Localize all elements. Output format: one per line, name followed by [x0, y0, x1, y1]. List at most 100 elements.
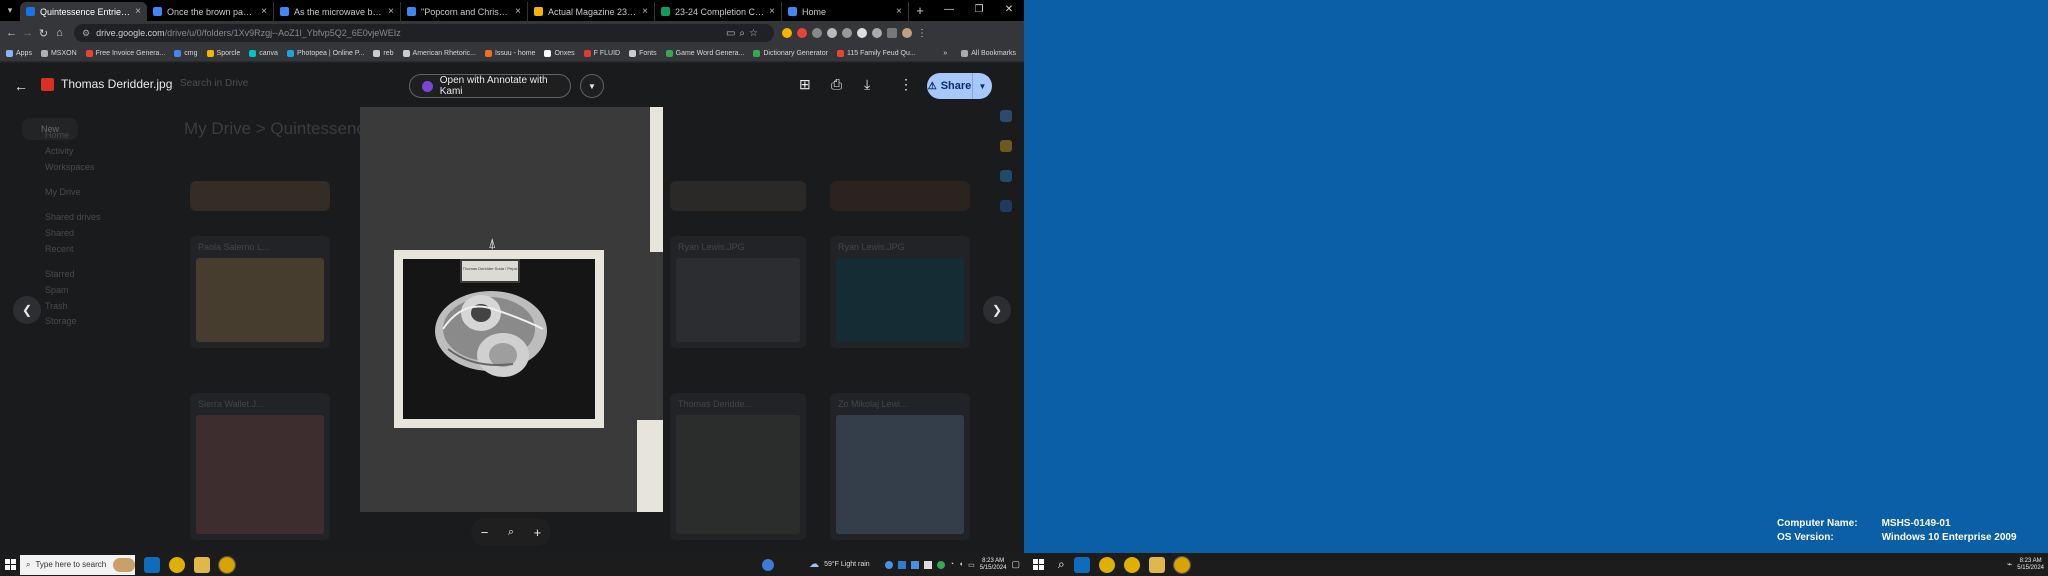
puzzle-icon[interactable]	[872, 28, 882, 38]
reload-icon[interactable]: ↻	[36, 27, 51, 40]
notification-icon[interactable]: ▢	[1011, 559, 1020, 570]
tab-close-icon[interactable]: ×	[769, 6, 775, 17]
copilot-icon[interactable]	[762, 558, 775, 571]
open-with-button[interactable]: Open with Annotate with Kami	[409, 74, 571, 98]
extension-icon[interactable]	[782, 28, 792, 38]
share-dropdown-icon[interactable]: ▼	[972, 73, 992, 99]
forward-icon[interactable]: →	[20, 27, 35, 39]
start-button[interactable]	[0, 553, 20, 576]
kebab-menu-icon[interactable]: ⋮	[917, 28, 927, 39]
bookmark-item[interactable]: Issuu - home	[484, 49, 535, 57]
bookmark-item[interactable]: Free Invoice Genera...	[85, 49, 165, 57]
network-icon[interactable]: ⌁	[2007, 559, 2012, 570]
close-window-icon[interactable]: ✕	[994, 0, 1024, 21]
all-bookmarks-folder[interactable]: All Bookmarks	[961, 49, 1016, 57]
profile-avatar[interactable]	[902, 28, 912, 38]
more-actions-icon[interactable]: ⋮	[899, 76, 913, 93]
zoom-out-icon[interactable]: −	[481, 525, 489, 540]
browser-tab[interactable]: "Popcorn and Chris" - Google D ×	[401, 2, 528, 21]
outlook-icon[interactable]	[144, 556, 160, 573]
file-explorer-icon[interactable]	[194, 556, 210, 573]
search-icon[interactable]: ⌕	[1058, 557, 1065, 572]
tray-icon[interactable]	[936, 560, 945, 569]
bookmark-item[interactable]: 115 Family Feud Qu...	[836, 49, 916, 57]
tab-close-icon[interactable]: ×	[515, 6, 521, 17]
extension-icon[interactable]	[827, 28, 837, 38]
more-bookmarks-icon[interactable]: »	[943, 50, 947, 57]
tray-icon[interactable]	[923, 560, 932, 569]
taskbar-clock[interactable]: 8:23 AM 5/15/2024	[980, 558, 1007, 572]
side-panel-icon[interactable]	[887, 28, 897, 38]
battery-icon[interactable]: ▭	[968, 561, 975, 569]
weather-text[interactable]: 59°F Light rain	[824, 561, 870, 568]
bookmark-item[interactable]: cmg	[174, 49, 198, 57]
tab-close-icon[interactable]: ×	[896, 6, 902, 17]
zoom-icon[interactable]: ⌕	[739, 28, 745, 39]
chrome-icon[interactable]	[169, 556, 185, 573]
extension-icon[interactable]	[842, 28, 852, 38]
bookmark-item[interactable]: American Rhetoric...	[402, 49, 476, 57]
open-with-dropdown-icon[interactable]: ▼	[580, 74, 604, 98]
browser-tab[interactable]: Actual Magazine 23-24 - Goog ×	[528, 2, 655, 21]
extension-icon[interactable]	[812, 28, 822, 38]
tab-close-icon[interactable]: ×	[642, 6, 648, 17]
new-tab-button[interactable]: +	[909, 3, 931, 18]
bookmark-item[interactable]: Apps	[6, 49, 32, 57]
volume-icon[interactable]: ◖	[959, 561, 963, 568]
bookmark-label: canva	[259, 49, 278, 57]
browser-tab[interactable]: Home ×	[782, 2, 909, 21]
zoom-reset-icon[interactable]: ⌕	[508, 526, 514, 539]
bookmark-item[interactable]: canva	[249, 49, 278, 57]
tray-icon[interactable]	[897, 560, 906, 569]
minimize-icon[interactable]: —	[934, 0, 964, 21]
tab-search-icon[interactable]: ▾	[0, 0, 20, 21]
next-file-button[interactable]: ❯	[983, 296, 1011, 324]
close-viewer-icon[interactable]: ←	[14, 78, 28, 94]
wifi-icon[interactable]: ◔	[950, 561, 954, 568]
bookmark-item[interactable]: Dictionary Generator	[753, 49, 828, 57]
drive-nav-item: Storage	[45, 316, 77, 326]
bookmark-item[interactable]: Sporcle	[206, 49, 240, 57]
star-bookmark-icon[interactable]: ☆	[749, 28, 758, 39]
share-button[interactable]: ⚠ Share	[927, 73, 972, 99]
print-icon[interactable]: ⎙	[831, 76, 842, 93]
add-comment-icon[interactable]: ⊞	[799, 76, 811, 93]
taskbar-search-input[interactable]: ⌕ Type here to search	[20, 554, 135, 575]
taskbar-clock-secondary[interactable]: 8:23 AM 5/15/2024	[2017, 558, 2044, 572]
previous-file-button[interactable]: ❮	[13, 296, 41, 324]
back-icon[interactable]: ←	[4, 27, 19, 39]
install-app-icon[interactable]: ▭	[726, 28, 735, 39]
bookmark-item[interactable]: Game Word Genera...	[665, 49, 744, 57]
bookmark-item[interactable]: reb	[373, 49, 394, 57]
browser-tab[interactable]: 23-24 Completion Check - Goo ×	[655, 2, 782, 21]
chrome-active-icon[interactable]	[218, 555, 236, 574]
tray-icon[interactable]	[910, 560, 919, 569]
maximize-icon[interactable]: ❐	[964, 0, 994, 21]
tab-close-icon[interactable]: ×	[388, 6, 394, 17]
drive-nav-item: Starred	[45, 269, 75, 279]
start-button[interactable]	[1028, 553, 1048, 576]
browser-tab[interactable]: Once the brown paper bag fills ×	[147, 2, 274, 21]
extension-icon[interactable]	[857, 28, 867, 38]
home-icon[interactable]: ⌂	[52, 27, 67, 39]
tab-close-icon[interactable]: ×	[261, 6, 267, 17]
site-info-icon[interactable]: ⚙	[82, 28, 90, 39]
browser-tab[interactable]: As the microwave began to mo ×	[274, 2, 401, 21]
zoom-in-icon[interactable]: +	[534, 525, 542, 540]
chrome-icon[interactable]	[1098, 556, 1115, 573]
bookmark-item[interactable]: Photopea | Online P...	[286, 49, 364, 57]
bookmark-item[interactable]: F FLUID	[583, 49, 620, 57]
tab-close-icon[interactable]: ×	[135, 6, 141, 17]
bookmark-item[interactable]: MSXON	[40, 49, 77, 57]
outlook-icon[interactable]	[1073, 556, 1090, 573]
file-explorer-icon[interactable]	[1148, 556, 1165, 573]
tray-icon[interactable]	[884, 560, 893, 569]
chrome-icon[interactable]	[1123, 556, 1140, 573]
browser-tab[interactable]: Quintessence Entries - Google... ×	[20, 2, 147, 21]
url-input[interactable]: ⚙ drive.google.com /drive/u/0/folders/1X…	[74, 24, 774, 42]
download-icon[interactable]: ⤓	[864, 76, 870, 93]
chrome-active-icon[interactable]	[1172, 555, 1191, 574]
bookmark-item[interactable]: Onxes	[544, 49, 575, 57]
bookmark-item[interactable]: Fonts	[629, 49, 657, 57]
extension-icon[interactable]	[797, 28, 807, 38]
